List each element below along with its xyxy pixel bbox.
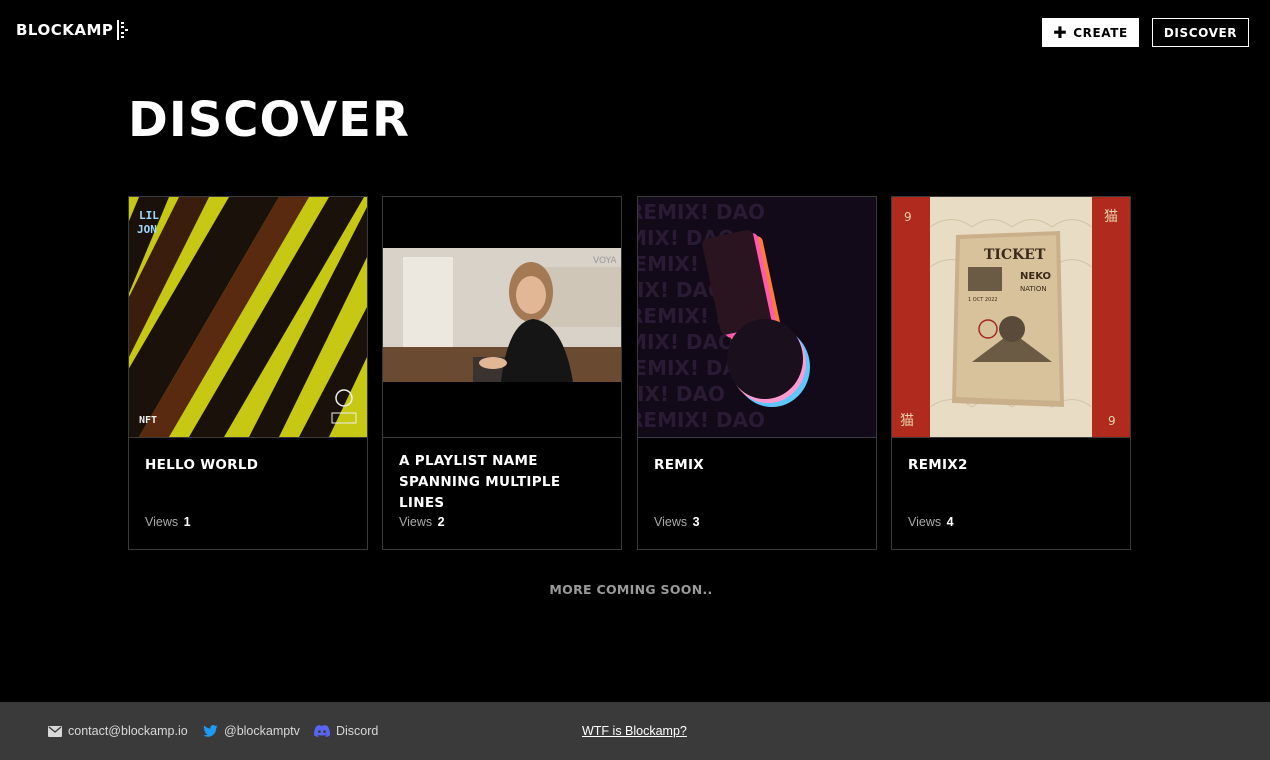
create-button[interactable]: ✚ CREATE — [1042, 18, 1139, 47]
views-label: Views — [145, 515, 179, 529]
remix-exclamation-artwork: REMIX! DAO REMIX! DAO REMIX! DAO REMIX! … — [638, 197, 876, 437]
video-still-artwork: VOYA — [383, 197, 621, 437]
views-label: Views — [399, 515, 433, 529]
views-count: 2 — [437, 515, 445, 529]
card-thumbnail: LIL JON NFT — [129, 197, 367, 438]
card-title: A PLAYLIST NAME SPANNING MULTIPLE LINES — [399, 453, 561, 511]
logo[interactable]: BLOCKAMP — [16, 20, 129, 40]
card-views: Views 4 — [908, 515, 954, 529]
discover-label: DISCOVER — [1163, 25, 1238, 40]
playlist-grid: LIL JON NFT HELLO WORLD Views 1 VOYA A P… — [128, 196, 1132, 550]
footer-email-link[interactable]: contact@blockamp.io — [48, 724, 188, 738]
ticket-title: TICKET — [984, 247, 1046, 263]
views-count: 4 — [946, 515, 954, 529]
art-bg-text: REMIX! DAO — [638, 330, 735, 354]
create-label: CREATE — [1073, 25, 1128, 40]
card-views: Views 1 — [145, 515, 191, 529]
footer: contact@blockamp.io @blockamptv Discord … — [0, 702, 1270, 760]
card-thumbnail: TICKET NEKO NATION 1 OCT 2022 9 猫 猫 9 — [892, 197, 1130, 438]
plus-icon: ✚ — [1053, 22, 1068, 42]
card-views: Views 3 — [654, 515, 700, 529]
card-title: REMIX2 — [908, 457, 968, 473]
card-title: HELLO WORLD — [145, 457, 259, 473]
views-count: 1 — [183, 515, 191, 529]
art-bg-text: REMIX! DAO — [638, 408, 765, 432]
footer-twitter-link[interactable]: @blockamptv — [203, 724, 300, 738]
views-count: 3 — [692, 515, 700, 529]
page-title: DISCOVER — [128, 92, 410, 148]
card-thumbnail: REMIX! DAO REMIX! DAO REMIX! DAO REMIX! … — [638, 197, 876, 438]
corner-glyph: 9 — [1108, 414, 1116, 428]
footer-discord-link[interactable]: Discord — [314, 724, 378, 738]
email-text: contact@blockamp.io — [68, 724, 188, 738]
playlist-card-remix[interactable]: REMIX! DAO REMIX! DAO REMIX! DAO REMIX! … — [637, 196, 877, 550]
discover-button[interactable]: DISCOVER — [1152, 18, 1249, 47]
ticket-date: 1 OCT 2022 — [968, 297, 998, 303]
corner-glyph: 猫 — [1104, 209, 1118, 225]
logo-mark-icon — [117, 20, 129, 40]
art-text-bottom: NFT — [139, 415, 157, 426]
more-coming-soon: MORE COMING SOON.. — [549, 582, 713, 597]
card-views: Views 2 — [399, 515, 445, 529]
playlist-card-remix2[interactable]: TICKET NEKO NATION 1 OCT 2022 9 猫 猫 9 RE… — [891, 196, 1131, 550]
logo-text: BLOCKAMP — [16, 21, 114, 39]
discord-icon — [314, 725, 330, 737]
mail-icon — [48, 725, 62, 737]
twitter-icon — [203, 725, 218, 737]
abstract-stripes-artwork: LIL JON NFT — [129, 197, 367, 437]
art-text-top: LIL — [139, 209, 159, 222]
views-label: Views — [654, 515, 688, 529]
corner-glyph: 9 — [904, 210, 912, 224]
views-label: Views — [908, 515, 942, 529]
art-bg-text: REMIX! DAO — [638, 382, 725, 406]
discord-text: Discord — [336, 724, 379, 738]
playlist-card-hello-world[interactable]: LIL JON NFT HELLO WORLD Views 1 — [128, 196, 368, 550]
twitter-handle: @blockamptv — [224, 724, 300, 738]
playlist-card-multi-line[interactable]: VOYA A PLAYLIST NAME SPANNING MULTIPLE L… — [382, 196, 622, 550]
top-nav: BLOCKAMP ✚ CREATE DISCOVER — [0, 0, 1270, 64]
corner-glyph: 猫 — [900, 413, 914, 429]
ticket-brand: NEKO — [1020, 271, 1051, 282]
card-thumbnail: VOYA — [383, 197, 621, 438]
card-title: REMIX — [654, 457, 704, 473]
art-watermark: VOYA — [593, 256, 617, 266]
ticket-brand-sub: NATION — [1020, 285, 1047, 293]
wtf-is-blockamp-link[interactable]: WTF is Blockamp? — [582, 724, 687, 738]
neko-ticket-artwork: TICKET NEKO NATION 1 OCT 2022 9 猫 猫 9 — [892, 197, 1130, 437]
art-bg-text: REMIX! DAO — [638, 200, 765, 224]
art-text-top2: JON — [137, 223, 157, 236]
